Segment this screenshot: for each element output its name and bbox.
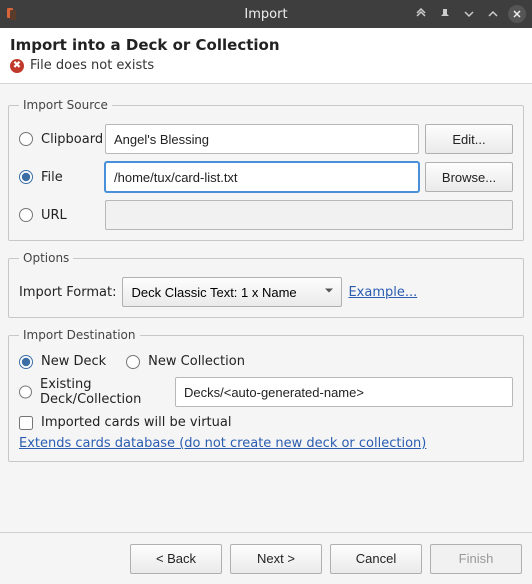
existing-label: Existing Deck/Collection: [40, 377, 169, 407]
titlebar-buttons: [412, 5, 526, 23]
options-legend: Options: [19, 251, 73, 265]
finish-button[interactable]: Finish: [430, 544, 522, 574]
maximize-icon[interactable]: [484, 5, 502, 23]
url-label: URL: [41, 208, 99, 223]
new-collection-radio[interactable]: [126, 355, 140, 369]
back-button[interactable]: < Back: [130, 544, 222, 574]
error-text: File does not exists: [30, 58, 154, 73]
dialog-content: Import Source Clipboard Edit... File Bro…: [0, 84, 532, 480]
clipboard-input[interactable]: [105, 124, 419, 154]
browse-button[interactable]: Browse...: [425, 162, 513, 192]
import-format-select[interactable]: Deck Classic Text: 1 x Name: [122, 277, 342, 307]
file-label: File: [41, 170, 99, 185]
dialog-header: Import into a Deck or Collection ✖ File …: [0, 28, 532, 84]
import-destination-legend: Import Destination: [19, 328, 140, 342]
virtual-checkbox[interactable]: [19, 416, 33, 430]
new-deck-radio[interactable]: [19, 355, 33, 369]
file-radio[interactable]: [19, 170, 33, 184]
edit-button[interactable]: Edit...: [425, 124, 513, 154]
url-radio[interactable]: [19, 208, 33, 222]
import-source-group: Import Source Clipboard Edit... File Bro…: [8, 98, 524, 241]
clipboard-label: Clipboard: [41, 132, 99, 147]
minimize-icon[interactable]: [460, 5, 478, 23]
clipboard-radio[interactable]: [19, 132, 33, 146]
app-icon: [6, 6, 22, 22]
options-group: Options Import Format: Deck Classic Text…: [8, 251, 524, 318]
existing-radio[interactable]: [19, 385, 32, 399]
close-icon[interactable]: [508, 5, 526, 23]
url-input[interactable]: [105, 200, 513, 230]
extends-db-link[interactable]: Extends cards database (do not create ne…: [19, 436, 426, 451]
dialog-heading: Import into a Deck or Collection: [10, 36, 522, 54]
titlebar: Import: [0, 0, 532, 28]
cancel-button[interactable]: Cancel: [330, 544, 422, 574]
error-icon: ✖: [10, 59, 24, 73]
pin-icon[interactable]: [436, 5, 454, 23]
new-deck-option[interactable]: New Deck: [19, 354, 106, 369]
file-input[interactable]: [105, 162, 419, 192]
example-link[interactable]: Example...: [348, 285, 417, 300]
import-source-legend: Import Source: [19, 98, 112, 112]
error-message: ✖ File does not exists: [10, 58, 522, 73]
rollup-icon[interactable]: [412, 5, 430, 23]
existing-path-input[interactable]: [175, 377, 513, 407]
virtual-label: Imported cards will be virtual: [41, 415, 231, 430]
wizard-footer: < Back Next > Cancel Finish: [0, 532, 532, 584]
new-deck-label: New Deck: [41, 354, 106, 369]
next-button[interactable]: Next >: [230, 544, 322, 574]
import-destination-group: Import Destination New Deck New Collecti…: [8, 328, 524, 462]
new-collection-option[interactable]: New Collection: [126, 354, 245, 369]
format-label: Import Format:: [19, 285, 116, 300]
new-collection-label: New Collection: [148, 354, 245, 369]
